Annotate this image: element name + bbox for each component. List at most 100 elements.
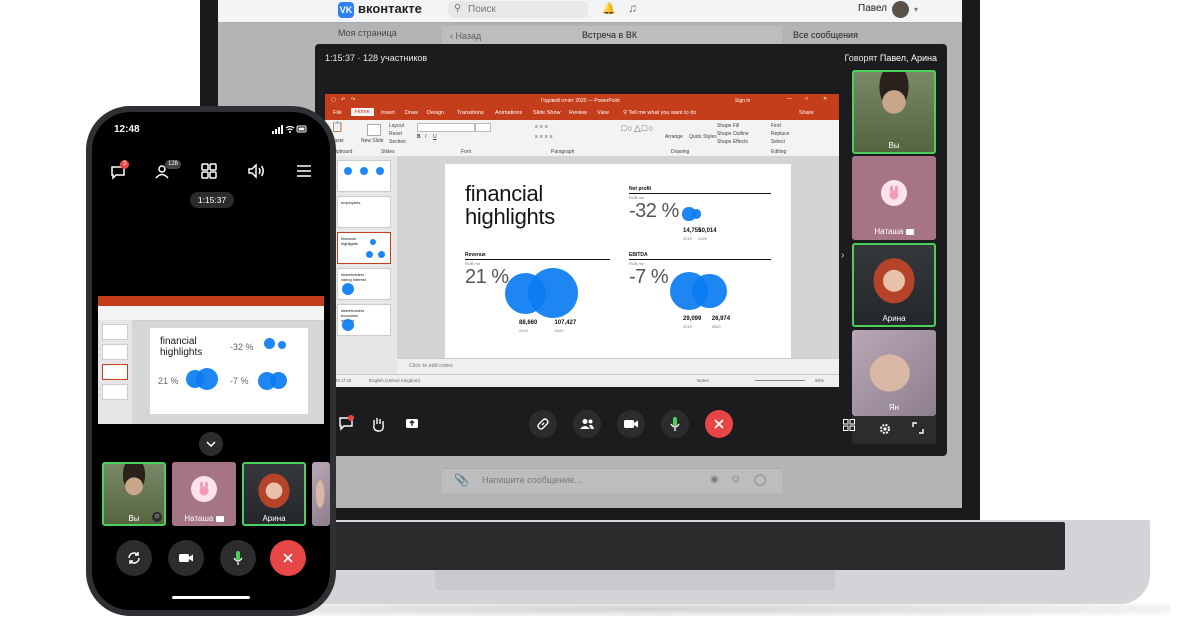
phone-grid-button[interactable] (200, 162, 222, 184)
raise-hand-icon[interactable] (371, 416, 385, 432)
font-size-select[interactable] (475, 123, 491, 132)
shape-outline-button[interactable]: Shape Outline (717, 131, 749, 137)
tab-slide-show[interactable]: Slide Show (533, 110, 561, 116)
camera-toggle-button[interactable] (617, 410, 645, 438)
flip-camera-button[interactable] (116, 540, 152, 576)
avatar[interactable] (892, 1, 909, 18)
quick-styles-button[interactable]: Quick Styles (689, 134, 717, 140)
redo-icon[interactable]: ↷ (351, 97, 355, 103)
search-icon: ⚲ (454, 3, 462, 14)
tab-review[interactable]: Review (569, 110, 587, 116)
vk-search-input[interactable]: ⚲ Поиск (448, 1, 588, 18)
bold-icon[interactable]: B (417, 134, 421, 140)
phone-participants-button[interactable]: 128 (154, 160, 182, 184)
fullscreen-icon[interactable] (912, 422, 924, 434)
slide-thumbnail-selected[interactable]: financial highlights (337, 232, 391, 264)
reset-button[interactable]: Reset (389, 131, 402, 137)
participant-name: Наташа (852, 227, 936, 236)
phone-participant-tile[interactable]: Наташа (172, 462, 236, 526)
phone-speaker-button[interactable] (246, 162, 268, 184)
tell-me-search[interactable]: ⚲ Tell me what you want to do (623, 110, 696, 116)
phone-participant-tile-partial[interactable] (312, 462, 330, 526)
tab-file[interactable]: File (333, 110, 342, 116)
emoji-icon[interactable]: ☺ (152, 512, 162, 522)
new-slide-button[interactable]: New Slide (361, 138, 384, 144)
undo-icon[interactable]: ↶ (341, 97, 345, 103)
close-icon[interactable]: ✕ (823, 96, 827, 102)
music-icon[interactable]: ♫ (628, 1, 637, 15)
paste-icon[interactable]: 📋 (331, 122, 343, 133)
tab-insert[interactable]: Insert (381, 110, 395, 116)
italic-icon[interactable]: I (425, 134, 426, 140)
tab-animations[interactable]: Animations (495, 110, 522, 116)
phone-participant-tile[interactable]: Арина (242, 462, 306, 526)
shape-fill-button[interactable]: Shape Fill (717, 123, 739, 129)
phone-chat-button[interactable]: 3 (108, 160, 130, 184)
end-call-button[interactable] (705, 410, 733, 438)
shapes-icon[interactable]: □○△□○ (621, 123, 655, 134)
ppt-sign-in[interactable]: Sign in (735, 98, 750, 104)
phone-call-timer: 1:15:37 (190, 192, 234, 208)
bullets-icon[interactable]: ≡≡≡ (535, 124, 550, 130)
phone-revenue-change: 21 % (158, 376, 179, 386)
participants-button[interactable] (573, 410, 601, 438)
section-button[interactable]: Section (389, 139, 406, 145)
align-icon[interactable]: ≡≡≡≡ (535, 134, 555, 140)
participant-tile[interactable]: Вы (852, 70, 936, 154)
slide-thumbnail[interactable] (337, 160, 391, 192)
slide-financial-highlights[interactable]: financial highlights Net profit RUB mn -32 … (445, 164, 791, 360)
find-button[interactable]: Find (771, 123, 781, 129)
phone-microphone-button[interactable] (220, 540, 256, 576)
chevron-down-icon[interactable]: ▾ (914, 5, 918, 14)
participant-tile[interactable]: Ян (852, 330, 936, 416)
vk-logo-text: вконтакте (358, 1, 422, 16)
zoom-slider[interactable] (755, 380, 805, 381)
participant-tile[interactable]: Наташа (852, 156, 936, 240)
bell-icon[interactable]: 🔔 (602, 2, 616, 15)
font-family-select[interactable] (417, 123, 475, 132)
copy-link-button[interactable] (529, 410, 557, 438)
notes-button[interactable]: Notes (697, 378, 709, 383)
minimize-icon[interactable]: — (787, 96, 792, 102)
group-editing: Editing (771, 149, 787, 155)
phone-participant-tile[interactable]: Вы ☺ (102, 462, 166, 526)
slide-thumbnail[interactable]: shareholders economic interest (337, 304, 391, 336)
call-window: 1:15:37 · 128 участников Говорят Павел, … (315, 44, 947, 456)
maximize-icon[interactable]: □ (805, 96, 808, 102)
refresh-icon (128, 552, 140, 564)
collapse-button[interactable] (199, 432, 223, 456)
vk-logo-icon[interactable]: VK (338, 2, 354, 18)
share-button[interactable]: Share (799, 110, 814, 116)
phone-camera-button[interactable] (168, 540, 204, 576)
language-status[interactable]: English (United Kingdom) (369, 378, 420, 383)
tab-view[interactable]: View (597, 110, 609, 116)
replace-button[interactable]: Replace (771, 131, 789, 137)
grid-view-icon[interactable] (843, 419, 855, 431)
zoom-level[interactable]: 88% (815, 378, 824, 383)
layout-button[interactable]: Layout (389, 123, 404, 129)
slide-thumbnail[interactable]: shareholders voting interest (337, 268, 391, 300)
phone-menu-button[interactable] (296, 164, 318, 186)
chat-icon[interactable] (337, 414, 355, 432)
slide-thumbnail[interactable]: employees (337, 196, 391, 228)
shape-effects-button[interactable]: Shape Effects (717, 139, 748, 145)
arrange-button[interactable]: Arrange (665, 134, 683, 140)
tab-draw[interactable]: Draw (405, 110, 418, 116)
participant-tile[interactable]: Арина (852, 243, 936, 327)
tab-home[interactable]: Home (351, 108, 374, 116)
metric-divider (629, 193, 771, 194)
underline-icon[interactable]: U (433, 134, 437, 140)
new-slide-icon[interactable] (367, 124, 381, 136)
share-screen-icon[interactable] (405, 417, 419, 431)
notes-pane[interactable]: Click to add notes (397, 358, 839, 375)
tab-design[interactable]: Design (427, 110, 444, 116)
select-button[interactable]: Select (771, 139, 785, 145)
phone-end-call-button[interactable] (270, 540, 306, 576)
save-icon[interactable]: ▢ (331, 97, 336, 103)
microphone-toggle-button[interactable] (661, 410, 689, 438)
phone-screen-share[interactable]: financial highlights -32 % 21 % -7 % (98, 296, 324, 424)
tab-transitions[interactable]: Transitions (457, 110, 484, 116)
gear-icon[interactable] (878, 422, 892, 436)
vk-user-name[interactable]: Павел (858, 3, 887, 14)
chevron-right-icon[interactable]: › (841, 250, 844, 261)
